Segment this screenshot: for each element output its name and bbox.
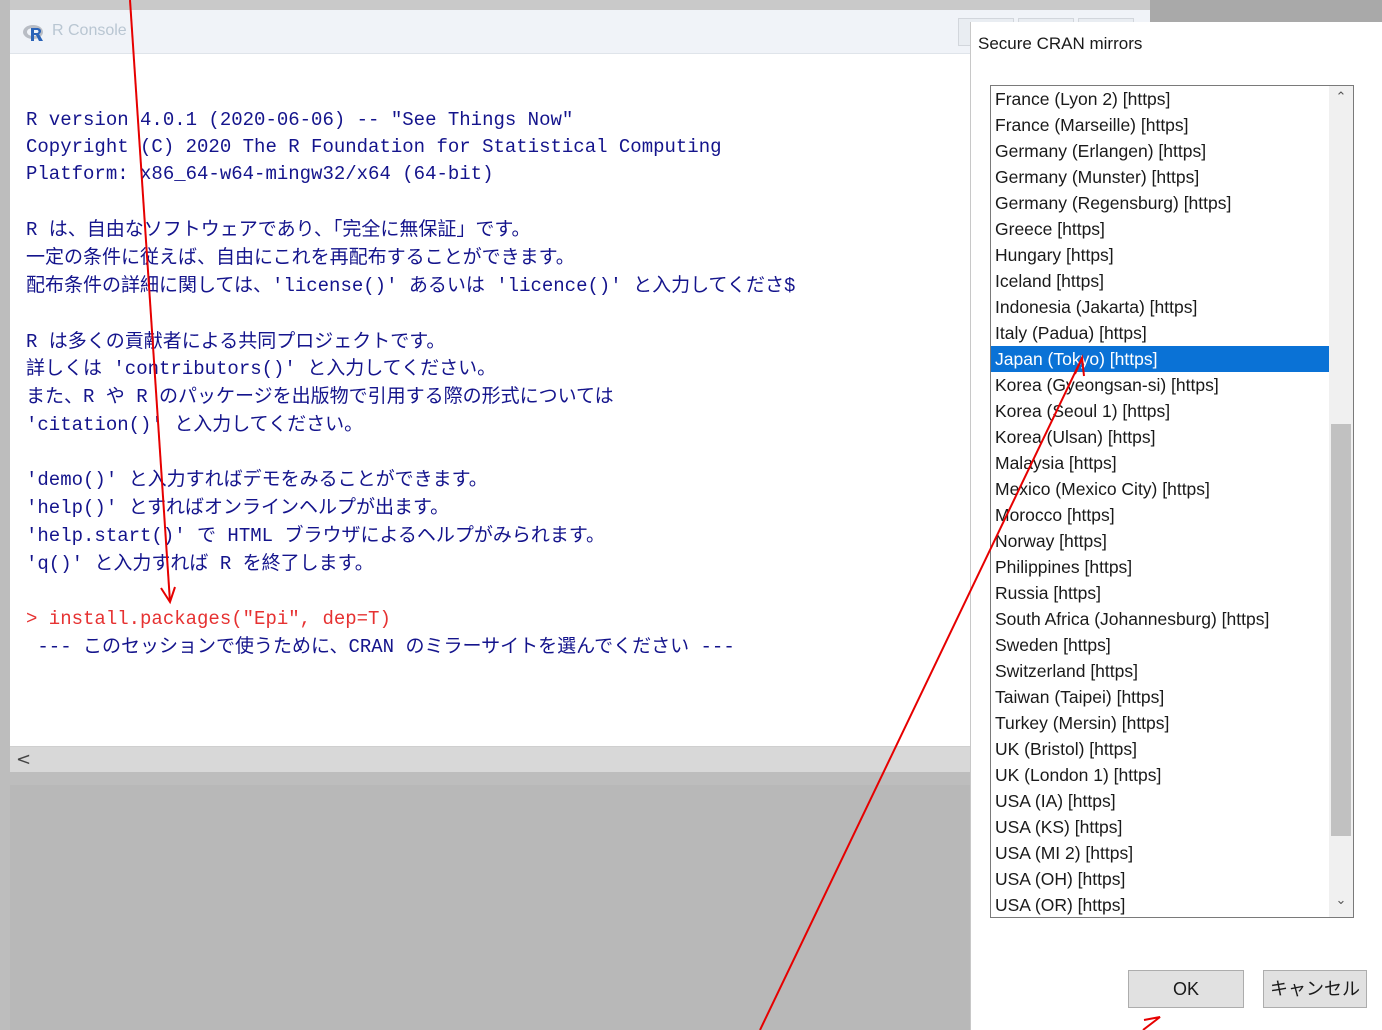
mirror-item[interactable]: Malaysia [https] [991, 450, 1347, 476]
mirror-item[interactable]: Taiwan (Taipei) [https] [991, 684, 1347, 710]
mirror-item[interactable]: UK (Bristol) [https] [991, 736, 1347, 762]
cancel-button[interactable]: キャンセル [1263, 970, 1367, 1008]
mirror-item[interactable]: Russia [https] [991, 580, 1347, 606]
mirror-item[interactable]: Switzerland [https] [991, 658, 1347, 684]
mirror-item[interactable]: Philippines [https] [991, 554, 1347, 580]
console-line: 'help()' とすればオンラインヘルプが出ます。 [26, 497, 450, 519]
mirror-item[interactable]: UK (London 1) [https] [991, 762, 1347, 788]
mirror-item[interactable]: Germany (Regensburg) [https] [991, 190, 1347, 216]
mirror-item[interactable]: Germany (Munster) [https] [991, 164, 1347, 190]
mirror-item[interactable]: Hungary [https] [991, 242, 1347, 268]
scrollbar-thumb[interactable] [1331, 424, 1351, 836]
mirror-item[interactable]: Germany (Erlangen) [https] [991, 138, 1347, 164]
mirror-item[interactable]: Mexico (Mexico City) [https] [991, 476, 1347, 502]
console-line: 詳しくは 'contributors()' と入力してください。 [26, 358, 497, 380]
mirror-item[interactable]: Morocco [https] [991, 502, 1347, 528]
mirror-listbox[interactable]: France (Lyon 2) [https] France (Marseille… [990, 85, 1354, 918]
mirror-item[interactable]: Norway [https] [991, 528, 1347, 554]
dialog-title: Secure CRAN mirrors [978, 34, 1143, 53]
mirror-item[interactable]: France (Marseille) [https] [991, 112, 1347, 138]
mirror-item[interactable]: USA (MI 2) [https] [991, 840, 1347, 866]
chevron-up-icon[interactable]: ⌃ [1329, 90, 1353, 110]
mirror-item[interactable]: Korea (Gyeongsan-si) [https] [991, 372, 1347, 398]
console-line: 'help.start()' で HTML ブラウザによるヘルプがみられます。 [26, 525, 605, 547]
mirror-item[interactable]: USA (IA) [https] [991, 788, 1347, 814]
chevron-down-icon[interactable]: ⌄ [1329, 893, 1353, 913]
mirror-item[interactable]: Korea (Seoul 1) [https] [991, 398, 1347, 424]
console-line: 'q()' と入力すれば R を終了します。 [26, 553, 374, 575]
chevron-left-icon[interactable]: < [16, 749, 36, 771]
console-line: 一定の条件に従えば、自由にこれを再配布することができます。 [26, 247, 575, 269]
mirror-item[interactable]: France (Lyon 2) [https] [991, 86, 1347, 112]
console-line: R version 4.0.1 (2020-06-06) -- "See Thi… [26, 109, 574, 131]
mirror-item[interactable]: USA (OR) [https] [991, 892, 1347, 917]
mirror-item[interactable]: Italy (Padua) [https] [991, 320, 1347, 346]
mirror-item[interactable]: USA (OH) [https] [991, 866, 1347, 892]
mirror-item[interactable]: USA (KS) [https] [991, 814, 1347, 840]
console-line: また、R や R のパッケージを出版物で引用する際の形式については [26, 386, 614, 408]
mirror-item[interactable]: Indonesia (Jakarta) [https] [991, 294, 1347, 320]
mirror-item[interactable]: Iceland [https] [991, 268, 1347, 294]
console-title: R Console [52, 22, 127, 39]
console-line: R は、自由なソフトウェアであり、「完全に無保証」です。 [26, 219, 531, 241]
mirror-item[interactable]: Turkey (Mersin) [https] [991, 710, 1347, 736]
background-strip-left [0, 0, 10, 1030]
console-line: Platform: x86_64-w64-mingw32/x64 (64-bit… [26, 163, 494, 185]
console-line: --- このセッションで使うために、CRAN のミラーサイトを選んでください -… [26, 636, 735, 658]
mirror-item[interactable]: South Africa (Johannesburg) [https] [991, 606, 1347, 632]
mirror-item[interactable]: Sweden [https] [991, 632, 1347, 658]
mirror-item[interactable]: Korea (Ulsan) [https] [991, 424, 1347, 450]
console-prompt-line: > install.packages("Epi", dep=T) [26, 608, 391, 630]
console-line: Copyright (C) 2020 The R Foundation for … [26, 136, 722, 158]
rgui-workspace-background [10, 785, 972, 1030]
console-line: 配布条件の詳細に関しては、'license()' あるいは 'licence()… [26, 275, 796, 297]
console-line: R は多くの貢献者による共同プロジェクトです。 [26, 331, 446, 353]
r-logo-icon [23, 25, 43, 41]
console-line: 'demo()' と入力すればデモをみることができます。 [26, 469, 488, 491]
mirror-item-selected[interactable]: Japan (Tokyo) [https] [991, 346, 1346, 372]
mirror-item[interactable]: Greece [https] [991, 216, 1347, 242]
ok-button[interactable]: OK [1128, 970, 1244, 1008]
cran-mirrors-dialog: Secure CRAN mirrors France (Lyon 2) [htt… [970, 22, 1382, 1030]
mirror-list-scrollbar[interactable]: ⌃ ⌄ [1329, 86, 1353, 917]
console-line: 'citation()' と入力してください。 [26, 414, 364, 436]
